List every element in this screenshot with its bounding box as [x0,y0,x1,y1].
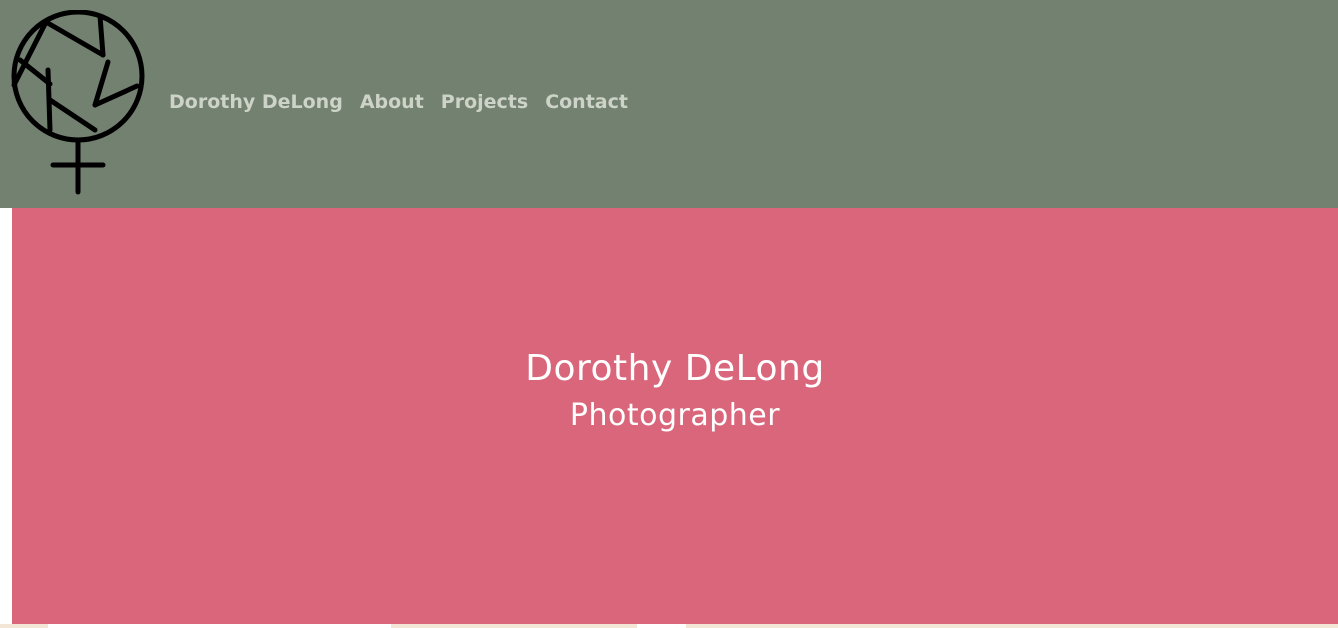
nav-link-projects[interactable]: Projects [441,91,528,113]
hero-subtitle: Photographer [569,398,781,433]
nav-link-about[interactable]: About [360,91,424,113]
aperture-venus-logo-icon[interactable] [10,9,148,198]
nav-link-contact[interactable]: Contact [545,91,628,113]
nav-link-home[interactable]: Dorothy DeLong [169,91,343,113]
main-nav: Dorothy DeLong About Projects Contact [169,91,628,113]
hero-banner: Dorothy DeLong Photographer [12,208,1338,624]
bottom-strip-mid [391,624,637,628]
bottom-strip-left [0,624,48,628]
hero-title: Dorothy DeLong [525,348,825,389]
bottom-strip-right [686,624,1338,628]
site-header: Dorothy DeLong About Projects Contact [0,0,1338,208]
